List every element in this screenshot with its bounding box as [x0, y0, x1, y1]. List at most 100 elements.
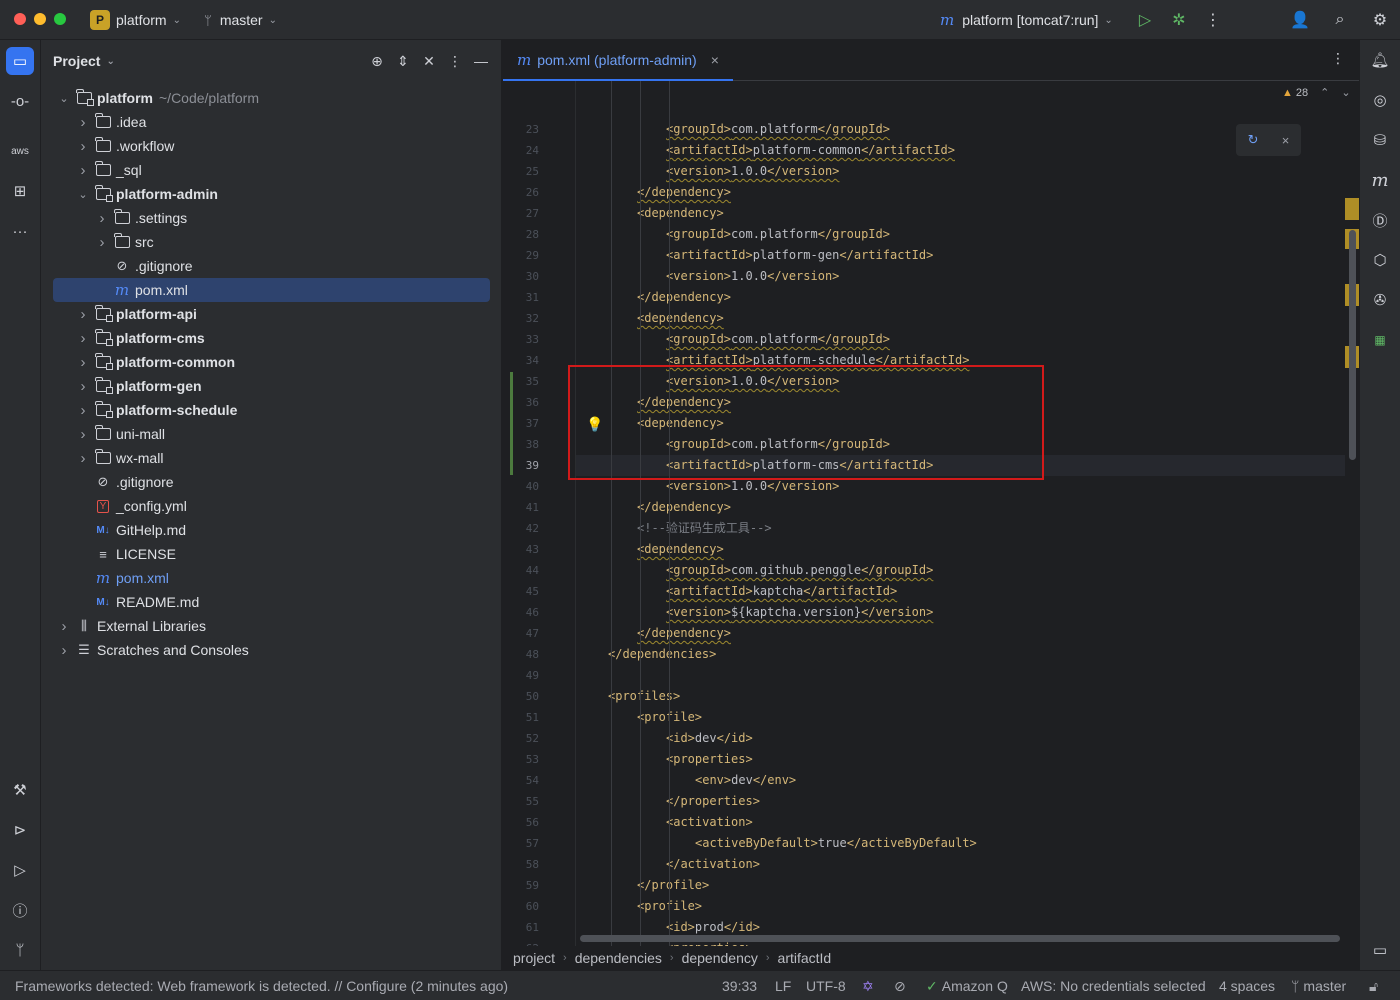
chevron-right-icon[interactable]: ›	[95, 210, 109, 227]
tree-item[interactable]: › wx-mall	[53, 446, 490, 470]
terminal-icon[interactable]: ▭	[1368, 938, 1392, 962]
database-icon[interactable]: ⛁	[1368, 128, 1392, 152]
line-separator[interactable]: LF	[775, 971, 791, 1000]
more-actions-icon[interactable]: ⋮	[1201, 8, 1225, 32]
line-number[interactable]: 57	[499, 837, 539, 850]
code-line[interactable]: <!--验证码生成工具-->	[576, 518, 772, 539]
inspection-widget[interactable]: ▲ 28 ⌃ ⌄	[1282, 86, 1351, 100]
line-number[interactable]: 46	[499, 606, 539, 619]
code-line[interactable]: <groupId>com.platform</groupId>	[576, 329, 890, 350]
next-highlight-icon[interactable]: ⌄	[1341, 86, 1350, 99]
settings-icon[interactable]: ⚙	[1368, 8, 1392, 32]
line-number[interactable]: 54	[499, 774, 539, 787]
branch-switcher[interactable]: ᛘ master ⌄	[204, 0, 277, 40]
line-number[interactable]: 26	[499, 186, 539, 199]
aws-credentials[interactable]: AWS: No credentials selected	[1021, 971, 1206, 1000]
tree-item[interactable]: ≡ LICENSE	[53, 542, 490, 566]
tree-item[interactable]: › ☰ Scratches and Consoles	[53, 638, 490, 662]
line-number[interactable]: 42	[499, 522, 539, 535]
code-line[interactable]: </dependencies>	[576, 644, 716, 665]
code-line[interactable]: </profile>	[576, 875, 709, 896]
chevron-down-icon[interactable]: ⌄	[76, 188, 90, 201]
project-panel-title[interactable]: Project	[53, 53, 100, 69]
indent-setting[interactable]: 4 spaces	[1219, 971, 1275, 1000]
line-number[interactable]: 28	[499, 228, 539, 241]
code-line[interactable]: <version>1.0.0</version>	[576, 161, 839, 182]
tree-item[interactable]: › platform-gen	[53, 374, 490, 398]
code-view[interactable]: <groupId>com.platform</groupId> <artifact…	[575, 81, 1345, 946]
tree-item[interactable]: › .idea	[53, 110, 490, 134]
tree-item[interactable]: › ⫼ External Libraries	[53, 614, 490, 638]
code-line[interactable]: <dependency>	[576, 539, 724, 560]
code-line[interactable]: <groupId>com.platform</groupId>	[576, 224, 890, 245]
run-icon[interactable]: ▷	[6, 856, 34, 884]
line-number[interactable]: 43	[499, 543, 539, 556]
build-icon[interactable]: ⚒	[6, 776, 34, 804]
line-number[interactable]: 61	[499, 921, 539, 934]
scroll-marker[interactable]	[1345, 198, 1359, 220]
code-line[interactable]: <artifactId>platform-common</artifactId>	[576, 140, 955, 161]
line-number[interactable]: 55	[499, 795, 539, 808]
code-line[interactable]: </dependency>	[576, 623, 731, 644]
endpoints-icon[interactable]: Ⓓ	[1368, 208, 1392, 232]
tree-item[interactable]: › uni-mall	[53, 422, 490, 446]
tree-item[interactable]: ⌄ platform ~/Code/platform	[53, 86, 490, 110]
code-line[interactable]: <id>dev</id>	[576, 728, 753, 749]
chevron-right-icon[interactable]: ›	[76, 306, 90, 323]
tree-item[interactable]: › src	[53, 230, 490, 254]
structure-icon[interactable]: ⊞	[6, 177, 34, 205]
kubernetes-icon[interactable]: ✇	[1368, 288, 1392, 312]
options-icon[interactable]: ⋮	[445, 51, 465, 71]
code-line[interactable]: <artifactId>kaptcha</artifactId>	[576, 581, 897, 602]
line-number[interactable]: 41	[499, 501, 539, 514]
codewithme-icon[interactable]: ▦	[1368, 328, 1392, 352]
amazon-q-status[interactable]: ✓ Amazon Q	[926, 971, 1008, 1000]
chevron-right-icon[interactable]: ›	[76, 378, 90, 395]
tree-item[interactable]: › _sql	[53, 158, 490, 182]
chevron-down-icon[interactable]: ⌄	[106, 56, 114, 67]
tree-item[interactable]: M↓ GitHelp.md	[53, 518, 490, 542]
tree-item[interactable]: m pom.xml	[53, 278, 490, 302]
chevron-right-icon[interactable]: ›	[76, 330, 90, 347]
tree-item[interactable]: Y _config.yml	[53, 494, 490, 518]
line-number[interactable]: 27	[499, 207, 539, 220]
gradle-icon[interactable]: ⬡	[1368, 248, 1392, 272]
window-minimize-button[interactable]	[34, 13, 46, 25]
chevron-right-icon[interactable]: ›	[76, 354, 90, 371]
line-number[interactable]: 35	[499, 375, 539, 388]
line-number[interactable]: 47	[499, 627, 539, 640]
line-number[interactable]: 37	[499, 417, 539, 430]
run-config-selector[interactable]: m platform [tomcat7:run] ⌄	[940, 0, 1113, 40]
code-line[interactable]: <dependency>	[576, 203, 724, 224]
code-line[interactable]: <groupId>com.github.penggle</groupId>	[576, 560, 933, 581]
window-maximize-button[interactable]	[54, 13, 66, 25]
collapse-all-icon[interactable]: ✕	[419, 51, 439, 71]
tab-options-icon[interactable]: ⋮	[1331, 50, 1345, 67]
tree-item[interactable]: ⌄ platform-admin	[53, 182, 490, 206]
tab-pom-xml[interactable]: m pom.xml (platform-admin) ×	[503, 40, 733, 81]
status-message[interactable]: Frameworks detected: Web framework is de…	[15, 971, 508, 1000]
chevron-right-icon[interactable]: ›	[76, 426, 90, 443]
chevron-right-icon[interactable]: ›	[95, 234, 109, 251]
horizontal-scrollbar[interactable]	[580, 935, 1340, 942]
window-close-button[interactable]	[14, 13, 26, 25]
tree-item[interactable]: › .settings	[53, 206, 490, 230]
code-line[interactable]: </properties>	[576, 791, 760, 812]
code-line[interactable]: </dependency>	[576, 497, 731, 518]
line-number[interactable]: 32	[499, 312, 539, 325]
code-line[interactable]: <env>dev</env>	[576, 770, 796, 791]
line-number[interactable]: 51	[499, 711, 539, 724]
search-icon[interactable]: ⌕	[1328, 8, 1352, 32]
line-number[interactable]: 23	[499, 123, 539, 136]
tree-item[interactable]: m pom.xml	[53, 566, 490, 590]
line-number[interactable]: 53	[499, 753, 539, 766]
maven-icon[interactable]: m	[1368, 168, 1392, 192]
line-number[interactable]: 25	[499, 165, 539, 178]
hide-panel-icon[interactable]: —	[471, 51, 491, 71]
more-icon[interactable]: ···	[6, 217, 34, 245]
chevron-right-icon[interactable]: ›	[76, 138, 90, 155]
add-user-icon[interactable]: 👤	[1288, 8, 1312, 32]
chevron-right-icon[interactable]: ›	[57, 618, 71, 635]
line-number[interactable]: 36	[499, 396, 539, 409]
line-number[interactable]: 38	[499, 438, 539, 451]
